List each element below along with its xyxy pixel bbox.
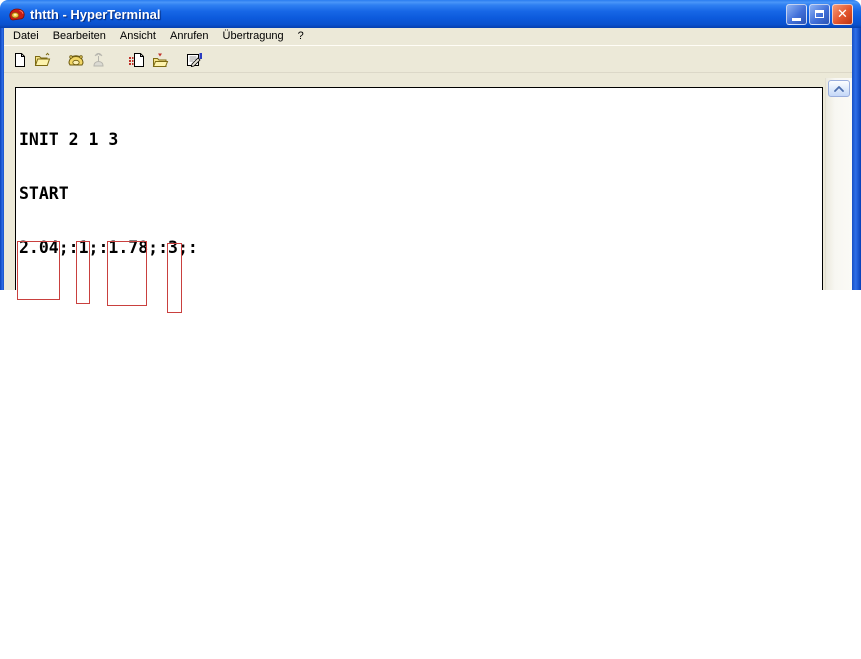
terminal-line: START	[19, 184, 69, 203]
disconnect-icon[interactable]	[87, 49, 110, 71]
open-folder-icon[interactable]	[31, 49, 54, 71]
new-file-icon[interactable]	[8, 49, 31, 71]
menu-ansicht[interactable]: Ansicht	[113, 29, 163, 44]
menu-datei[interactable]: Datei	[6, 29, 46, 44]
title-bar[interactable]: thtth - HyperTerminal ✕	[0, 0, 861, 28]
close-icon: ✕	[837, 6, 848, 22]
menu-anrufen[interactable]: Anrufen	[163, 29, 216, 44]
annotation-box	[107, 241, 147, 306]
annotation-box	[167, 243, 182, 313]
receive-file-icon[interactable]	[148, 49, 171, 71]
window-title: thtth - HyperTerminal	[30, 6, 161, 22]
toolbar	[4, 45, 852, 73]
maximize-button[interactable]	[809, 3, 830, 25]
hyperterminal-app-icon	[9, 8, 25, 21]
chevron-up-icon	[834, 85, 844, 92]
menu-bar: Datei Bearbeiten Ansicht Anrufen Übertra…	[4, 28, 852, 45]
window-controls: ✕	[786, 3, 853, 25]
minimize-icon	[792, 17, 801, 21]
annotation-box	[17, 241, 60, 300]
minimize-button[interactable]	[786, 3, 807, 25]
close-button[interactable]: ✕	[832, 3, 853, 25]
annotation-box	[76, 241, 90, 304]
menu-uebertragung[interactable]: Übertragung	[216, 29, 291, 44]
maximize-icon	[815, 10, 824, 18]
window-border-right	[852, 28, 861, 290]
menu-hilfe[interactable]: ?	[291, 29, 311, 44]
menu-bearbeiten[interactable]: Bearbeiten	[46, 29, 113, 44]
vertical-scrollbar[interactable]	[825, 78, 852, 290]
call-icon[interactable]	[64, 49, 87, 71]
terminal-line: INIT 2 1 3	[19, 130, 119, 149]
scroll-up-button[interactable]	[828, 80, 850, 97]
send-file-icon[interactable]	[125, 49, 148, 71]
properties-icon[interactable]	[182, 49, 205, 71]
